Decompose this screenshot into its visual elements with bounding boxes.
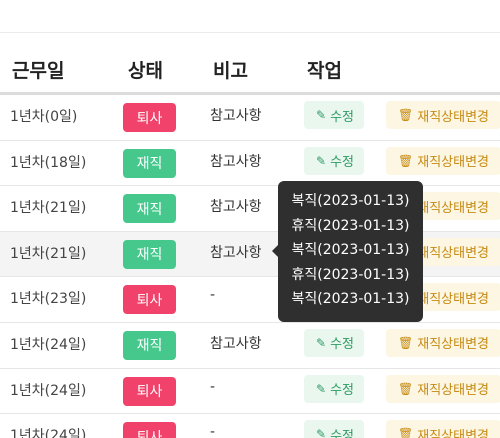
edit-label: 수정: [330, 428, 354, 438]
change-status-button[interactable]: 🗑재직상태변경: [386, 374, 500, 403]
trash-icon: 🗑: [398, 427, 414, 438]
note-cell[interactable]: 참고사항: [210, 105, 262, 125]
edit-label: 수정: [330, 383, 354, 399]
edit-button[interactable]: ✎수정: [304, 101, 364, 129]
edit-button[interactable]: ✎수정: [304, 374, 364, 403]
day-cell: 1년차(24일): [10, 382, 87, 399]
trash-icon: 🗑: [398, 381, 414, 396]
note-cell[interactable]: 참고사항: [210, 242, 262, 262]
change-status-button[interactable]: 🗑재직상태변경: [386, 101, 500, 129]
day-cell: 1년차(21일): [10, 200, 87, 217]
note-cell[interactable]: -: [210, 379, 215, 395]
status-badge: 재직: [123, 239, 176, 269]
edit-icon: ✎: [316, 381, 327, 396]
change-status-label: 재직상태변경: [417, 200, 489, 216]
table-header: 근무일 상태 비고 작업: [0, 48, 500, 95]
day-cell: 1년차(21일): [10, 245, 87, 262]
day-cell: 1년차(0일): [10, 109, 78, 125]
edit-label: 수정: [330, 155, 354, 171]
status-badge: 재직: [123, 148, 176, 178]
note-cell[interactable]: 참고사항: [210, 333, 262, 353]
trash-icon: 🗑: [398, 335, 414, 350]
tooltip-item: 휴직(2023-01-13): [291, 266, 410, 283]
table-row: 1년차(0일) 퇴사 참고사항 ✎ 수정 🗑 재직상태변경: [0, 95, 500, 141]
day-cell: 1년차(23일): [10, 291, 87, 308]
header-status: 상태: [128, 60, 163, 82]
edit-icon: ✎: [316, 108, 327, 122]
note-cell[interactable]: 참고사항: [210, 196, 262, 216]
table-row: 1년차(23일) 퇴사 - ✎수정 🗑재직상태변경: [0, 277, 500, 323]
edit-icon: ✎: [316, 427, 327, 438]
status-badge: 퇴사: [123, 376, 176, 406]
edit-button[interactable]: ✎수정: [304, 420, 364, 438]
status-badge: 퇴사: [123, 422, 176, 438]
change-status-button[interactable]: 🗑재직상태변경: [386, 420, 500, 438]
header-note: 비고: [213, 60, 248, 82]
edit-button[interactable]: ✎수정: [304, 328, 364, 357]
tooltip-item: 복직(2023-01-13): [291, 291, 410, 307]
tooltip-arrow: [272, 245, 278, 257]
change-status-label: 재직상태변경: [417, 246, 489, 262]
change-status-button[interactable]: 🗑재직상태변경: [386, 328, 500, 357]
trash-icon: 🗑: [398, 108, 414, 122]
table-row: 1년차(24일) 퇴사 - ✎ 수정 🗑 재직상태변경: [0, 414, 500, 438]
trash-icon: 🗑: [398, 153, 414, 168]
table-row: 1년차(21일) 재직 참고사항 ✎수정 🗑재직상태변경: [0, 186, 500, 232]
day-cell: 1년차(24일): [10, 336, 87, 353]
tooltip-item: 휴직(2023-01-13): [291, 217, 410, 234]
table-row: 1년차(24일) 퇴사 - ✎ 수정 🗑 재직상태변경: [0, 368, 500, 415]
day-cell: 1년차(18일): [10, 154, 87, 171]
note-cell[interactable]: -: [210, 424, 215, 438]
change-status-label: 재직상태변경: [417, 155, 489, 171]
employee-table: 근무일 상태 비고 작업 1년차(0일) 퇴사 참고사항 ✎ 수정 🗑 재직상태변경…: [0, 48, 500, 438]
status-badge: 퇴사: [123, 285, 176, 315]
edit-label: 수정: [330, 337, 354, 353]
change-status-label: 재직상태변경: [417, 383, 489, 399]
status-badge: 퇴사: [123, 103, 176, 132]
table-row: 1년차(18일) 재직 참고사항 ✎ 수정 🗑 재직상태변경: [0, 140, 500, 187]
change-status-label: 재직상태변경: [417, 428, 489, 438]
change-status-button[interactable]: 🗑재직상태변경: [386, 146, 500, 175]
edit-button[interactable]: ✎수정: [304, 146, 364, 175]
header-action: 작업: [307, 60, 342, 82]
header-day: 근무일: [12, 60, 65, 82]
day-cell: 1년차(24일): [10, 428, 87, 438]
change-status-label: 재직상태변경: [417, 291, 489, 307]
edit-icon: ✎: [316, 153, 327, 168]
change-status-label: 재직상태변경: [417, 109, 489, 125]
edit-label: 수정: [330, 109, 354, 125]
edit-icon: ✎: [316, 335, 327, 350]
top-bar: [0, 0, 500, 33]
status-history-tooltip: 복직(2023-01-13) 휴직(2023-01-13) 복직(2023-01…: [272, 181, 423, 322]
status-badge: 재직: [123, 194, 176, 224]
change-status-label: 재직상태변경: [417, 337, 489, 353]
table-row: 1년차(24일) 재직 참고사항 ✎ 수정 🗑 재직상태변경: [0, 322, 500, 369]
note-cell[interactable]: 참고사항: [210, 151, 262, 171]
tooltip-item: 복직(2023-01-13): [291, 242, 410, 258]
note-cell[interactable]: -: [210, 287, 215, 303]
tooltip-item: 복직(2023-01-13): [291, 193, 410, 209]
table-row: 1년차(21일) 재직 참고사항 ✎수정 🗑재직상태변경: [0, 231, 500, 278]
status-badge: 재직: [123, 330, 176, 360]
